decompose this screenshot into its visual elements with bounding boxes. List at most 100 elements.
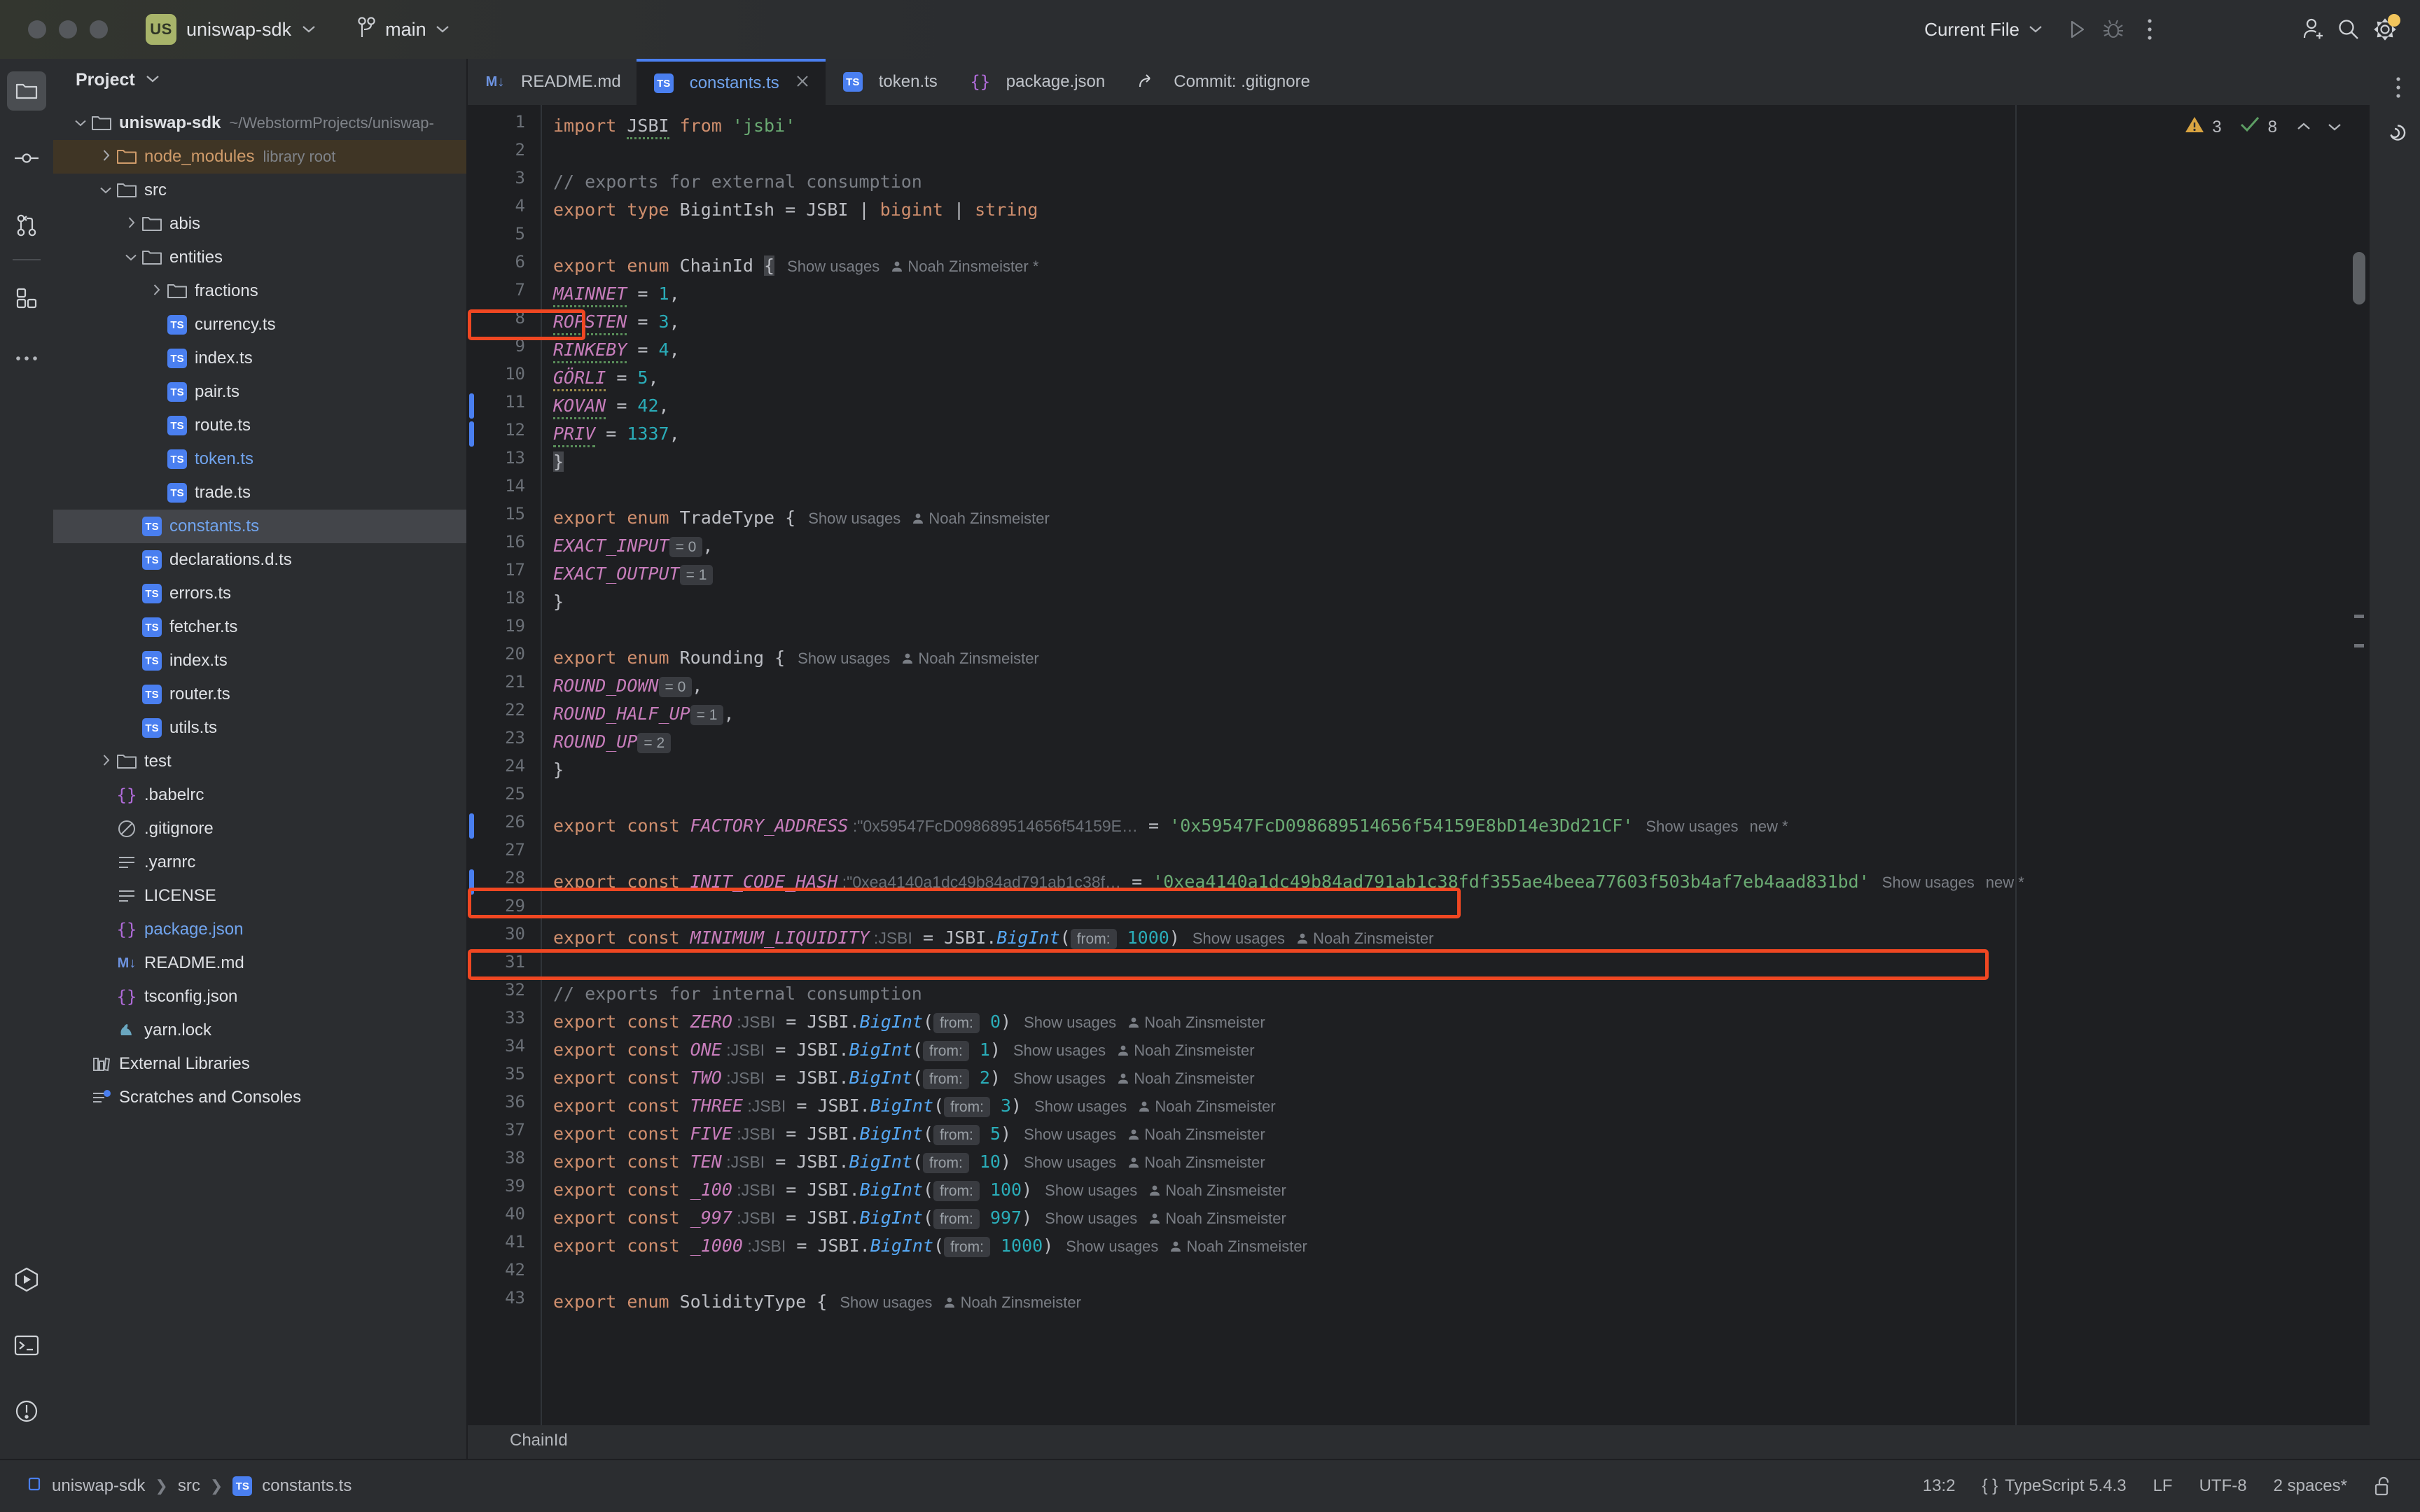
- code-line[interactable]: export enum SolidityType {Show usages No…: [553, 1288, 1081, 1316]
- tree-item-node-modules[interactable]: node_modules library root: [53, 140, 466, 174]
- run-icon[interactable]: [2059, 11, 2095, 48]
- code-lens-author[interactable]: Noah Zinsmeister: [1169, 1238, 1307, 1255]
- code-lens-author[interactable]: new *: [1986, 874, 2024, 891]
- tree-item-router-ts[interactable]: TS router.ts: [53, 678, 466, 711]
- language-level[interactable]: { } TypeScript 5.4.3: [1982, 1476, 2126, 1496]
- window-controls[interactable]: [28, 20, 108, 38]
- code-line[interactable]: export const FIVE :JSBI = JSBI.BigInt(fr…: [553, 1120, 1265, 1148]
- file-encoding[interactable]: UTF-8: [2199, 1476, 2247, 1496]
- run-configuration-selector[interactable]: Current File: [1924, 19, 2043, 41]
- tree-item-package-json[interactable]: {} package.json: [53, 913, 466, 946]
- tree-item-token-ts[interactable]: TS token.ts: [53, 442, 466, 476]
- editor-breadcrumb-chainid[interactable]: ChainId: [510, 1431, 568, 1450]
- tree-item-yarn-lock[interactable]: yarn.lock: [53, 1014, 466, 1047]
- code-lens-show-usages[interactable]: Show usages: [1646, 818, 1738, 835]
- code-line[interactable]: export const _997 :JSBI = JSBI.BigInt(fr…: [553, 1204, 1286, 1232]
- inlay-hint[interactable]: from:: [933, 1125, 980, 1145]
- inlay-hint[interactable]: = 0: [669, 537, 703, 557]
- terminal-icon[interactable]: [7, 1326, 46, 1365]
- inlay-hint[interactable]: = 1: [690, 705, 724, 725]
- chevron-right-icon[interactable]: [97, 753, 115, 771]
- project-panel-chevron-down-icon[interactable]: [145, 74, 160, 87]
- code-lens-show-usages[interactable]: Show usages: [1034, 1098, 1127, 1115]
- editor-gutter[interactable]: 1 2 3 4 5 6 7 8 9 10 11 12 13 14 15 16 17 18 19 20 21 22 23 24 2…: [468, 105, 542, 1425]
- editor-tab-token-ts[interactable]: TS token.ts: [826, 59, 953, 105]
- code-line[interactable]: ROUND_DOWN = 0,: [553, 672, 702, 700]
- previous-problem-icon[interactable]: [2295, 118, 2312, 137]
- close-window-button[interactable]: [28, 20, 46, 38]
- tree-item-index-ts[interactable]: TS index.ts: [53, 342, 466, 375]
- code-lens-show-usages[interactable]: Show usages: [1066, 1238, 1158, 1255]
- tree-item-route-ts[interactable]: TS route.ts: [53, 409, 466, 442]
- changed-line-marker[interactable]: [469, 393, 474, 419]
- code-line[interactable]: RINKEBY = 4,: [553, 336, 680, 364]
- code-lens-author[interactable]: Noah Zinsmeister: [1138, 1098, 1276, 1115]
- tree-item-uniswap-sdk[interactable]: uniswap-sdk ~/WebstormProjects/uniswap-: [53, 106, 466, 140]
- close-tab-icon[interactable]: [795, 74, 810, 94]
- tree-item-errors-ts[interactable]: TS errors.ts: [53, 577, 466, 610]
- maximize-window-button[interactable]: [90, 20, 108, 38]
- code-lens-show-usages[interactable]: Show usages: [1192, 930, 1285, 947]
- code-line[interactable]: import JSBI from 'jsbi': [553, 112, 795, 140]
- code-line[interactable]: export const ONE :JSBI = JSBI.BigInt(fro…: [553, 1036, 1255, 1064]
- code-lens-author[interactable]: Noah Zinsmeister: [912, 510, 1050, 527]
- chevron-down-icon[interactable]: [71, 116, 90, 131]
- code-lens-show-usages[interactable]: Show usages: [1013, 1070, 1106, 1087]
- breadcrumb-item-file[interactable]: constants.ts: [262, 1476, 352, 1496]
- commit-tool-button[interactable]: [7, 139, 46, 178]
- editor-tab-constants-ts[interactable]: TS constants.ts: [636, 59, 826, 105]
- tree-item-currency-ts[interactable]: TS currency.ts: [53, 308, 466, 342]
- tree-item-yarnrc[interactable]: .yarnrc: [53, 846, 466, 879]
- code-line[interactable]: export const MINIMUM_LIQUIDITY :JSBI = J…: [553, 924, 1433, 952]
- inlay-hint[interactable]: from:: [933, 1209, 980, 1229]
- code-lens-author[interactable]: Noah Zinsmeister: [1127, 1126, 1265, 1143]
- add-user-icon[interactable]: [2294, 11, 2330, 48]
- breadcrumb[interactable]: uniswap-sdk ❯ src ❯ TS constants.ts: [27, 1476, 352, 1497]
- chevron-down-icon[interactable]: [97, 183, 115, 198]
- run-tool-icon[interactable]: [7, 1260, 46, 1299]
- inlay-hint[interactable]: from:: [944, 1097, 990, 1117]
- chevron-right-icon[interactable]: [97, 148, 115, 166]
- code-line[interactable]: ROUND_UP = 2: [553, 728, 672, 756]
- chevron-down-icon[interactable]: [122, 251, 140, 265]
- editor-tab-package-json[interactable]: {} package.json: [953, 59, 1120, 105]
- code-line[interactable]: // exports for internal consumption: [553, 980, 922, 1008]
- code-lens-author[interactable]: Noah Zinsmeister: [943, 1294, 1081, 1311]
- code-line[interactable]: KOVAN = 42,: [553, 392, 669, 420]
- code-line[interactable]: ROPSTEN = 3,: [553, 308, 680, 336]
- code-line[interactable]: export const _100 :JSBI = JSBI.BigInt(fr…: [553, 1176, 1286, 1204]
- code-line[interactable]: }: [553, 448, 564, 476]
- code-line[interactable]: // exports for external consumption: [553, 168, 922, 196]
- inlay-hint[interactable]: from:: [1070, 929, 1117, 949]
- code-lens-author[interactable]: Noah Zinsmeister: [1148, 1210, 1286, 1227]
- tree-item-scratches-and-consoles[interactable]: Scratches and Consoles: [53, 1081, 466, 1114]
- tree-item-pair-ts[interactable]: TS pair.ts: [53, 375, 466, 409]
- code-line[interactable]: EXACT_OUTPUT = 1: [553, 560, 714, 588]
- code-line[interactable]: export const FACTORY_ADDRESS :"0x59547Fc…: [553, 812, 1788, 840]
- code-line[interactable]: export enum ChainId {Show usages Noah Zi…: [553, 252, 1038, 280]
- tree-item-gitignore[interactable]: .gitignore: [53, 812, 466, 846]
- inspection-widget[interactable]: 3 8: [2184, 115, 2343, 139]
- tree-item-entities[interactable]: entities: [53, 241, 466, 274]
- project-selector[interactable]: US uniswap-sdk: [139, 10, 324, 49]
- code-lens-show-usages[interactable]: Show usages: [808, 510, 900, 527]
- changed-line-marker[interactable]: [469, 813, 474, 839]
- code-line[interactable]: export enum Rounding {Show usages Noah Z…: [553, 644, 1039, 672]
- code-lens-show-usages[interactable]: Show usages: [798, 650, 890, 667]
- tree-item-abis[interactable]: abis: [53, 207, 466, 241]
- code-lens-author[interactable]: Noah Zinsmeister: [1127, 1154, 1265, 1171]
- code-line[interactable]: export const THREE :JSBI = JSBI.BigInt(f…: [553, 1092, 1276, 1120]
- ai-assistant-icon[interactable]: [2381, 120, 2408, 1425]
- code-lens-show-usages[interactable]: Show usages: [1024, 1154, 1116, 1171]
- inlay-hint[interactable]: from:: [933, 1181, 980, 1201]
- tree-item-trade-ts[interactable]: TS trade.ts: [53, 476, 466, 510]
- code-lens-show-usages[interactable]: Show usages: [840, 1294, 932, 1311]
- line-separator[interactable]: LF: [2153, 1476, 2173, 1496]
- code-lens-author[interactable]: Noah Zinsmeister: [1117, 1042, 1255, 1059]
- code-line[interactable]: export type BigintIsh = JSBI | bigint | …: [553, 196, 1038, 224]
- gear-icon[interactable]: [2367, 11, 2403, 48]
- code-line[interactable]: GÖRLI = 5,: [553, 364, 659, 392]
- inlay-hint[interactable]: from:: [933, 1013, 980, 1033]
- inlay-hint[interactable]: = 1: [679, 565, 714, 585]
- code-editor[interactable]: 1 2 3 4 5 6 7 8 9 10 11 12 13 14 15 16 17 18 19 20 21 22 23 24 2…: [468, 105, 2420, 1425]
